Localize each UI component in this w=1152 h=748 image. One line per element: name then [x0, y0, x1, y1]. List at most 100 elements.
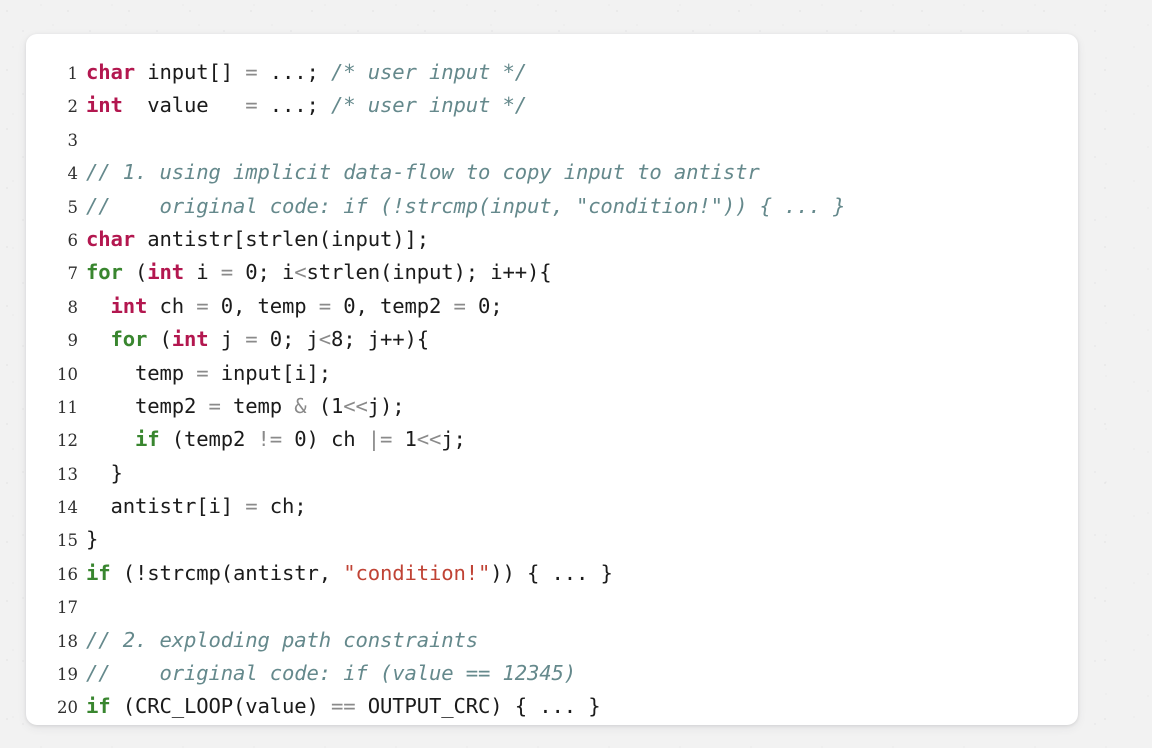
code-token: (CRC_LOOP(value): [110, 694, 331, 719]
code-token: =: [196, 293, 209, 318]
code-token: ...;: [257, 93, 331, 118]
code-token: &: [294, 393, 307, 418]
line-code: temp2 = temp & (1<<j);: [86, 390, 1078, 423]
code-listing-card: 1 char input[] = ...; /* user input */ 2 in…: [26, 34, 1078, 725]
code-token: , temp2: [355, 293, 454, 318]
code-token: ; j++){: [343, 327, 429, 352]
code-token: temp2: [86, 393, 209, 418]
code-token: ;: [490, 293, 503, 318]
line-code: if (CRC_LOOP(value) == OUTPUT_CRC) { ...…: [86, 690, 1078, 723]
code-token: !=: [257, 427, 283, 452]
code-line: 20 if (CRC_LOOP(value) == OUTPUT_CRC) { .…: [26, 690, 1078, 723]
code-token: 1: [331, 393, 344, 418]
code-line: 12 if (temp2 != 0) ch |= 1<<j;: [26, 423, 1078, 456]
code-token: if: [86, 694, 111, 719]
code-token: int: [86, 93, 123, 118]
code-token: (: [306, 393, 331, 418]
code-token: <<: [416, 427, 442, 452]
line-number: 2: [67, 97, 79, 117]
line-code: for (int i = 0; i<strlen(input); i++){: [86, 256, 1078, 289]
code-token: 0: [343, 293, 356, 318]
line-number: 9: [67, 331, 79, 351]
code-token: // 2. exploding path constraints: [86, 627, 478, 652]
code-line: 13 }: [26, 457, 1078, 490]
code-token: ; j: [282, 327, 319, 352]
line-number: 12: [57, 431, 78, 451]
code-token: int: [147, 260, 184, 285]
code-token: (temp2: [159, 427, 258, 452]
line-number: 16: [57, 564, 78, 584]
line-number: 7: [67, 264, 79, 284]
code-token: ; i: [257, 260, 295, 285]
line-code: if (temp2 != 0) ch |= 1<<j;: [86, 423, 1078, 456]
line-code: if (!strcmp(antistr, "condition!")) { ..…: [86, 557, 1078, 590]
code-token: <: [294, 260, 307, 285]
line-code: temp = input[i];: [86, 357, 1078, 390]
code-token: int: [110, 293, 148, 318]
code-token: input[i];: [208, 360, 331, 385]
line-number: 19: [57, 665, 78, 685]
code-line: 14 antistr[i] = ch;: [26, 490, 1078, 523]
code-listing[interactable]: 1 char input[] = ...; /* user input */ 2 in…: [26, 56, 1078, 724]
code-token: antistr[strlen(input)];: [135, 226, 429, 251]
line-code: // 2. exploding path constraints: [86, 624, 1078, 657]
code-line: 19 // original code: if (value == 12345): [26, 657, 1078, 690]
line-number: 6: [67, 230, 79, 250]
line-number: 18: [57, 631, 78, 651]
code-token: 0: [269, 327, 282, 352]
code-token: 0: [294, 427, 307, 452]
code-token: 8: [331, 327, 344, 352]
code-token: /* user input */: [331, 60, 527, 84]
line-code: }: [86, 457, 1078, 490]
code-token: antistr[i]: [86, 494, 246, 519]
line-code: for (int j = 0; j<8; j++){: [86, 323, 1078, 356]
line-number: 3: [67, 130, 79, 150]
code-line: 17: [26, 590, 1078, 623]
line-code: int value = ...; /* user input */: [86, 89, 1078, 122]
code-token: // original code: if (value == 12345): [86, 661, 576, 686]
code-token: =: [196, 360, 209, 385]
line-code: antistr[i] = ch;: [86, 490, 1078, 523]
code-token: input[]: [135, 60, 246, 84]
code-token: 0: [478, 293, 491, 318]
code-token: char: [86, 226, 135, 251]
code-token: 1: [404, 427, 417, 452]
code-token: <: [318, 327, 331, 352]
code-token: value: [122, 93, 246, 118]
line-code: }: [86, 523, 1078, 556]
code-token: =: [208, 393, 221, 418]
code-line: 5 // original code: if (!strcmp(input, "c…: [26, 190, 1078, 223]
code-token: int: [171, 327, 209, 352]
code-token: , temp: [233, 293, 319, 318]
code-token: =: [453, 293, 466, 318]
code-token: if: [135, 427, 160, 452]
line-number: 14: [57, 498, 78, 518]
code-token: char: [86, 60, 135, 84]
line-number: 11: [57, 397, 78, 417]
line-number: 15: [57, 531, 78, 551]
code-line: 4 // 1. using implicit data-flow to copy …: [26, 156, 1078, 189]
code-line: 1 char input[] = ...; /* user input */: [26, 56, 1078, 89]
code-token: ch;: [257, 494, 307, 519]
code-token: }: [86, 460, 123, 485]
code-line: 8 int ch = 0, temp = 0, temp2 = 0;: [26, 290, 1078, 323]
code-token: ...;: [257, 60, 331, 84]
code-token: 0: [245, 260, 258, 285]
line-code: // original code: if (!strcmp(input, "co…: [86, 190, 1078, 223]
line-number: 4: [67, 164, 79, 184]
code-token: (: [147, 327, 172, 352]
code-line: 2 int value = ...; /* user input */: [26, 89, 1078, 122]
line-code: // 1. using implicit data-flow to copy i…: [86, 156, 1078, 189]
line-number: 8: [67, 297, 79, 317]
code-token: ch: [147, 293, 197, 318]
code-token: temp: [220, 393, 295, 418]
code-token: =: [245, 494, 258, 519]
code-token: =: [318, 293, 331, 318]
